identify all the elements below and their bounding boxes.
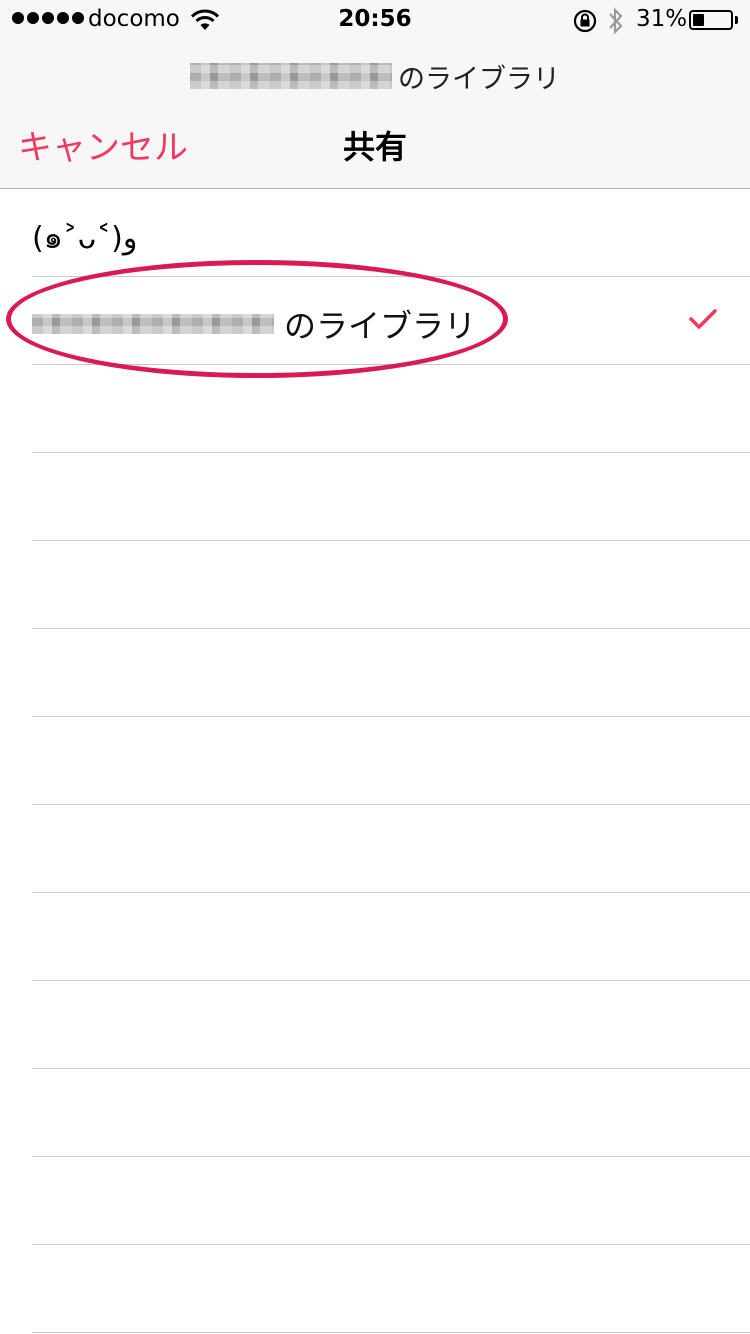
rotation-lock-icon: [572, 8, 598, 40]
redacted-name: [32, 314, 274, 334]
list-item-library-selected[interactable]: のライブラリ: [0, 277, 750, 365]
list-item-empty: [0, 981, 750, 1069]
list-item-empty: [0, 717, 750, 805]
list-item-label: (๑˃ᴗ˂)و: [32, 221, 138, 256]
list-item-empty: [0, 453, 750, 541]
list-item-empty: [0, 893, 750, 981]
list-item-label: のライブラリ: [284, 307, 477, 345]
library-subtitle: のライブラリ: [0, 56, 750, 96]
checkmark-icon: [688, 307, 718, 335]
library-list: (๑˃ᴗ˂)و のライブラリ: [0, 189, 750, 1333]
battery-level: [693, 14, 704, 26]
subtitle-suffix: のライブラリ: [398, 63, 560, 95]
cancel-button[interactable]: キャンセル: [18, 120, 188, 169]
list-item-empty: [0, 365, 750, 453]
list-item-empty: [0, 629, 750, 717]
status-bar: docomo 20:56 31%: [0, 0, 750, 40]
battery-icon: [689, 10, 733, 30]
list-item-empty: [0, 805, 750, 893]
list-item-empty: [0, 1157, 750, 1245]
bluetooth-icon: [606, 6, 626, 42]
list-item-empty: [0, 1069, 750, 1157]
battery-percent: 31%: [636, 6, 688, 32]
battery-tip: [735, 16, 738, 24]
redacted-name: [190, 63, 392, 89]
list-item-empty: [0, 1245, 750, 1333]
list-item-empty: [0, 541, 750, 629]
list-item-content: のライブラリ: [32, 301, 476, 347]
navigation-header: docomo 20:56 31% のライブラリ キャンセル 共有: [0, 0, 750, 189]
list-item-kaomoji[interactable]: (๑˃ᴗ˂)و: [0, 189, 750, 277]
